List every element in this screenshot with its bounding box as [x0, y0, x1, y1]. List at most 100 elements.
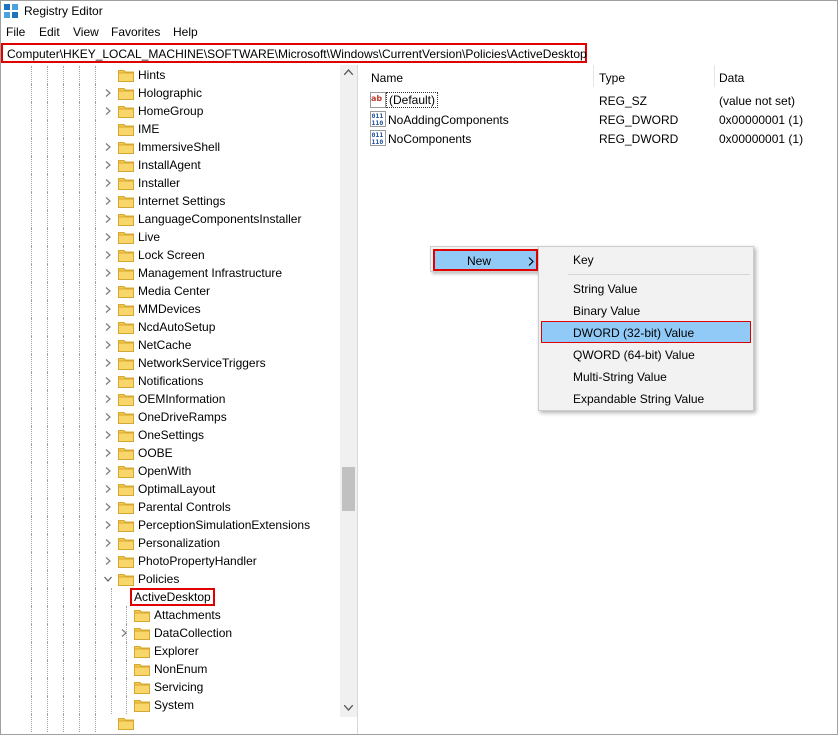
- new-menu-item[interactable]: New: [433, 249, 538, 271]
- tree-item[interactable]: Media Center: [0, 282, 340, 300]
- tree-item[interactable]: OptimalLayout: [0, 480, 340, 498]
- chevron-right-icon[interactable]: [104, 449, 112, 457]
- menu-favorites[interactable]: Favorites: [111, 25, 160, 39]
- submenu-qword-value[interactable]: QWORD (64-bit) Value: [573, 348, 695, 362]
- tree-guide-line: [95, 102, 96, 120]
- tree-item[interactable]: Hints: [0, 66, 340, 84]
- tree-item[interactable]: OneDriveRamps: [0, 408, 340, 426]
- address-bar[interactable]: Computer\HKEY_LOCAL_MACHINE\SOFTWARE\Mic…: [1, 43, 587, 63]
- tree-scrollbar[interactable]: [340, 65, 357, 717]
- tree-item[interactable]: OpenWith: [0, 462, 340, 480]
- tree-item[interactable]: Parental Controls: [0, 498, 340, 516]
- submenu-string-value[interactable]: String Value: [573, 282, 637, 296]
- tree-item[interactable]: OneSettings: [0, 426, 340, 444]
- column-header-data[interactable]: Data: [719, 71, 744, 85]
- tree-item[interactable]: Management Infrastructure: [0, 264, 340, 282]
- tree-item[interactable]: ActiveDesktop: [0, 588, 340, 606]
- submenu-binary-value[interactable]: Binary Value: [573, 304, 640, 318]
- tree-item[interactable]: Servicing: [0, 678, 340, 696]
- chevron-right-icon[interactable]: [104, 485, 112, 493]
- chevron-right-icon[interactable]: [104, 557, 112, 565]
- tree-item[interactable]: Personalization: [0, 534, 340, 552]
- tree-item[interactable]: Attachments: [0, 606, 340, 624]
- value-row[interactable]: ab (Default) REG_SZ (value not set): [364, 91, 838, 110]
- tree-item[interactable]: Lock Screen: [0, 246, 340, 264]
- chevron-right-icon[interactable]: [104, 179, 112, 187]
- menu-help[interactable]: Help: [173, 25, 198, 39]
- tree-item[interactable]: Policies: [0, 570, 340, 588]
- folder-icon: [134, 626, 150, 640]
- chevron-right-icon[interactable]: [120, 629, 128, 637]
- tree-item[interactable]: MMDevices: [0, 300, 340, 318]
- tree-item[interactable]: HomeGroup: [0, 102, 340, 120]
- column-divider[interactable]: [593, 65, 594, 87]
- tree-guide-line: [95, 264, 96, 282]
- chevron-right-icon[interactable]: [104, 377, 112, 385]
- chevron-right-icon[interactable]: [104, 251, 112, 259]
- chevron-right-icon[interactable]: [104, 341, 112, 349]
- chevron-down-icon[interactable]: [104, 575, 112, 583]
- menu-edit[interactable]: Edit: [39, 25, 60, 39]
- chevron-right-icon[interactable]: [104, 107, 112, 115]
- tree-item[interactable]: Internet Settings: [0, 192, 340, 210]
- key-tree[interactable]: Hints Holographic HomeGroup IME ImmersiveShe…: [0, 65, 358, 735]
- tree-guide-line: [63, 138, 64, 156]
- tree-item[interactable]: PerceptionSimulationExtensions: [0, 516, 340, 534]
- submenu-expandable-string-value[interactable]: Expandable String Value: [573, 392, 704, 406]
- folder-icon: [118, 482, 134, 496]
- tree-item[interactable]: IME: [0, 120, 340, 138]
- column-header-type[interactable]: Type: [599, 71, 625, 85]
- menu-view[interactable]: View: [73, 25, 99, 39]
- submenu-dword-value[interactable]: DWORD (32-bit) Value: [573, 326, 694, 340]
- tree-item[interactable]: NetworkServiceTriggers: [0, 354, 340, 372]
- chevron-right-icon[interactable]: [104, 287, 112, 295]
- tree-item[interactable]: LanguageComponentsInstaller: [0, 210, 340, 228]
- tree-item[interactable]: Holographic: [0, 84, 340, 102]
- tree-item[interactable]: NetCache: [0, 336, 340, 354]
- tree-item[interactable]: System: [0, 696, 340, 714]
- chevron-right-icon[interactable]: [104, 413, 112, 421]
- tree-item[interactable]: ImmersiveShell: [0, 138, 340, 156]
- tree-item[interactable]: NcdAutoSetup: [0, 318, 340, 336]
- chevron-right-icon[interactable]: [104, 359, 112, 367]
- tree-item[interactable]: Installer: [0, 174, 340, 192]
- tree-guide-line: [63, 318, 64, 336]
- chevron-right-icon[interactable]: [104, 143, 112, 151]
- chevron-right-icon[interactable]: [104, 215, 112, 223]
- chevron-right-icon[interactable]: [104, 161, 112, 169]
- tree-item[interactable]: NonEnum: [0, 660, 340, 678]
- chevron-right-icon[interactable]: [104, 269, 112, 277]
- tree-item[interactable]: InstallAgent: [0, 156, 340, 174]
- tree-item[interactable]: Notifications: [0, 372, 340, 390]
- chevron-right-icon[interactable]: [104, 467, 112, 475]
- submenu-multi-string-value[interactable]: Multi-String Value: [573, 370, 667, 384]
- menu-file[interactable]: File: [6, 25, 25, 39]
- tree-item[interactable]: Explorer: [0, 642, 340, 660]
- chevron-right-icon[interactable]: [104, 395, 112, 403]
- tree-item[interactable]: PhotoPropertyHandler: [0, 552, 340, 570]
- column-header-name[interactable]: Name: [371, 71, 403, 85]
- chevron-right-icon[interactable]: [104, 197, 112, 205]
- tree-item[interactable]: Live: [0, 228, 340, 246]
- tree-item[interactable]: OOBE: [0, 444, 340, 462]
- value-row[interactable]: 011 110 NoComponents REG_DWORD 0x0000000…: [364, 129, 838, 148]
- context-menu: New: [430, 246, 539, 272]
- chevron-right-icon[interactable]: [104, 89, 112, 97]
- submenu-key[interactable]: Key: [573, 253, 594, 267]
- chevron-right-icon[interactable]: [104, 539, 112, 547]
- chevron-right-icon[interactable]: [104, 521, 112, 529]
- chevron-right-icon[interactable]: [104, 431, 112, 439]
- tree-guide-line: [79, 426, 80, 444]
- chevron-right-icon[interactable]: [104, 323, 112, 331]
- scroll-up-icon[interactable]: [344, 69, 353, 75]
- tree-item[interactable]: [0, 714, 340, 732]
- chevron-right-icon[interactable]: [104, 233, 112, 241]
- tree-item[interactable]: OEMInformation: [0, 390, 340, 408]
- column-divider[interactable]: [714, 65, 715, 87]
- chevron-right-icon[interactable]: [104, 305, 112, 313]
- scroll-down-icon[interactable]: [344, 705, 353, 711]
- scroll-thumb[interactable]: [342, 467, 355, 511]
- chevron-right-icon[interactable]: [104, 503, 112, 511]
- tree-item[interactable]: DataCollection: [0, 624, 340, 642]
- value-row[interactable]: 011 110 NoAddingComponents REG_DWORD 0x0…: [364, 110, 838, 129]
